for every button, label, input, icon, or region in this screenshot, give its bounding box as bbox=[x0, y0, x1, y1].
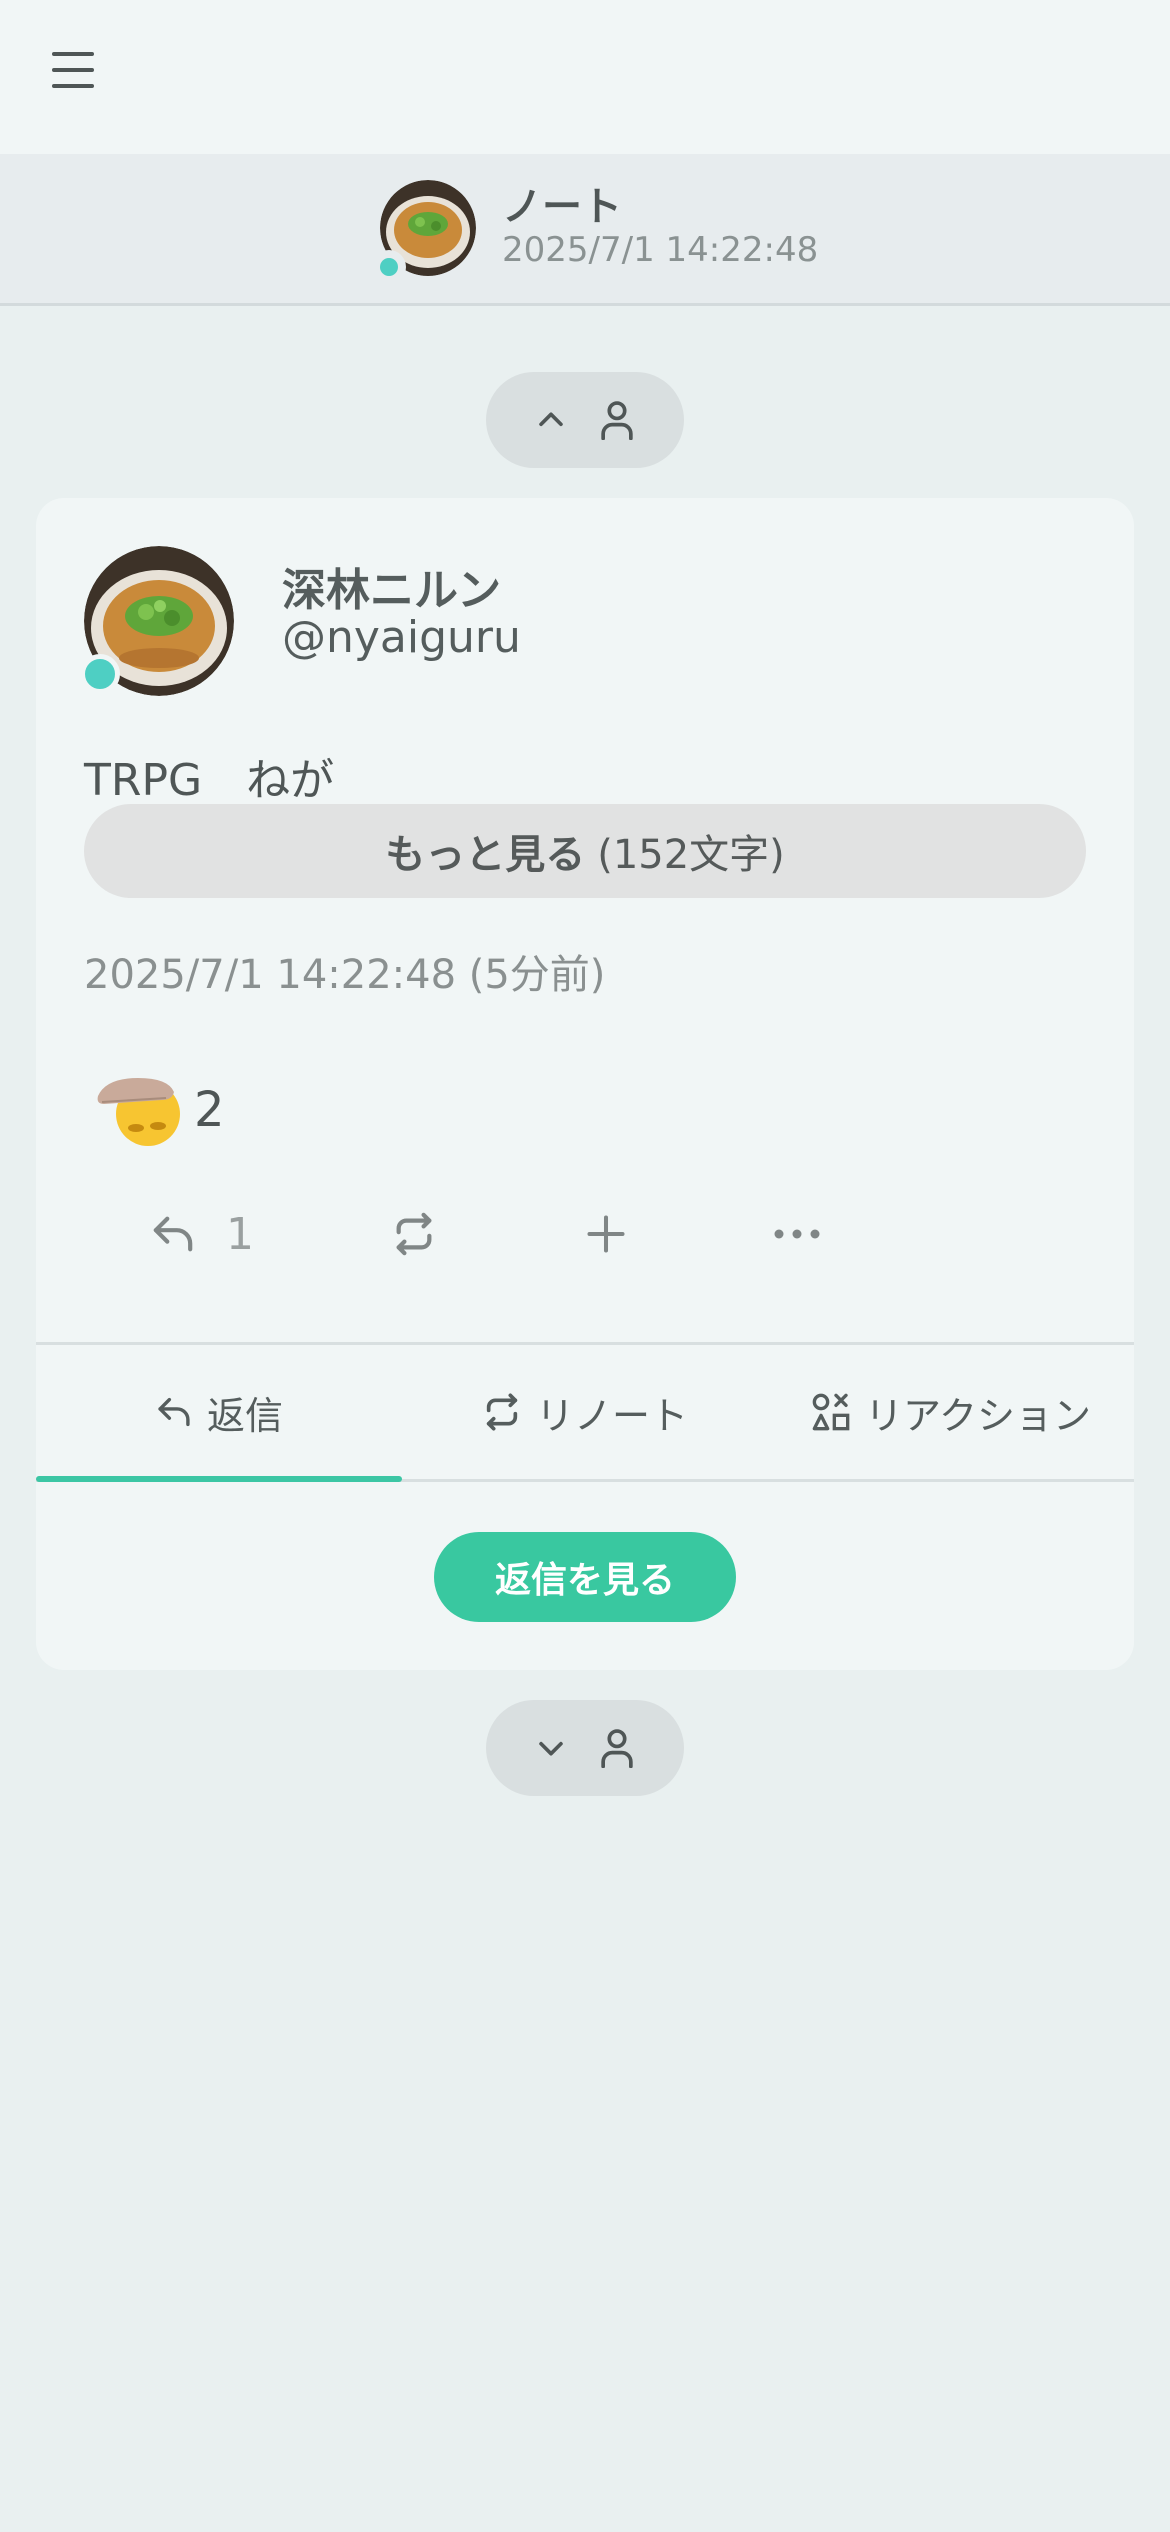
tab-renotes-label: リノート bbox=[535, 1393, 688, 1438]
add-reaction-button[interactable] bbox=[584, 1204, 628, 1264]
note-text: TRPG ねが bbox=[84, 755, 335, 806]
user-icon bbox=[601, 1729, 633, 1768]
page-title: ノート bbox=[502, 184, 622, 230]
tab-reactions[interactable]: リアクション bbox=[768, 1345, 1134, 1479]
view-replies-button[interactable]: 返信を見る bbox=[434, 1532, 736, 1622]
note-timestamp[interactable]: 2025/7/1 14:22:48 (5分前) bbox=[84, 942, 605, 1000]
more-options-button[interactable] bbox=[772, 1204, 822, 1264]
reaction-button[interactable]: 2 bbox=[96, 1068, 225, 1152]
tab-reactions-label: リアクション bbox=[864, 1393, 1092, 1438]
renote-icon bbox=[396, 1212, 432, 1256]
user-icon bbox=[601, 401, 633, 440]
renote-button[interactable] bbox=[390, 1204, 438, 1264]
plus-icon bbox=[587, 1215, 625, 1253]
show-more-label: もっと見る bbox=[385, 832, 586, 878]
tab-renotes[interactable]: リノート bbox=[402, 1345, 768, 1479]
reaction-count: 2 bbox=[194, 1082, 225, 1138]
user-handle[interactable]: @nyaiguru bbox=[282, 612, 521, 663]
page-header: ノート 2025/7/1 14:22:48 bbox=[0, 154, 1170, 306]
hand-on-face-emoji bbox=[97, 1078, 180, 1146]
chevron-down-icon bbox=[539, 1741, 563, 1756]
reply-count: 1 bbox=[226, 1208, 254, 1260]
reply-icon bbox=[158, 1397, 190, 1427]
renote-icon bbox=[486, 1393, 518, 1431]
page-timestamp: 2025/7/1 14:22:48 bbox=[502, 230, 819, 270]
online-indicator bbox=[372, 250, 406, 284]
chevron-up-icon bbox=[539, 412, 563, 427]
previous-note-button[interactable] bbox=[486, 372, 684, 468]
show-more-button[interactable]: もっと見る (152文字) bbox=[84, 804, 1086, 898]
reply-icon bbox=[153, 1216, 193, 1252]
reply-button[interactable]: 1 bbox=[150, 1204, 254, 1264]
top-bar bbox=[0, 0, 1170, 154]
note-tabs: 返信 リノート リアクション bbox=[36, 1342, 1134, 1482]
tab-replies[interactable]: 返信 bbox=[36, 1345, 402, 1482]
active-tab-indicator bbox=[36, 1476, 402, 1482]
show-more-count: (152文字) bbox=[597, 832, 785, 878]
note-actions: 1 bbox=[102, 1194, 902, 1274]
online-indicator bbox=[80, 654, 120, 694]
user-name[interactable]: 深林ニルン bbox=[282, 554, 501, 618]
tab-replies-label: 返信 bbox=[206, 1393, 283, 1438]
hamburger-icon[interactable] bbox=[52, 52, 96, 92]
next-note-button[interactable] bbox=[486, 1700, 684, 1796]
ellipsis-icon bbox=[774, 1229, 820, 1239]
note-card: 深林ニルン @nyaiguru TRPG ねが もっと見る (152文字) 20… bbox=[36, 498, 1134, 1670]
shapes-icon bbox=[812, 1393, 850, 1431]
